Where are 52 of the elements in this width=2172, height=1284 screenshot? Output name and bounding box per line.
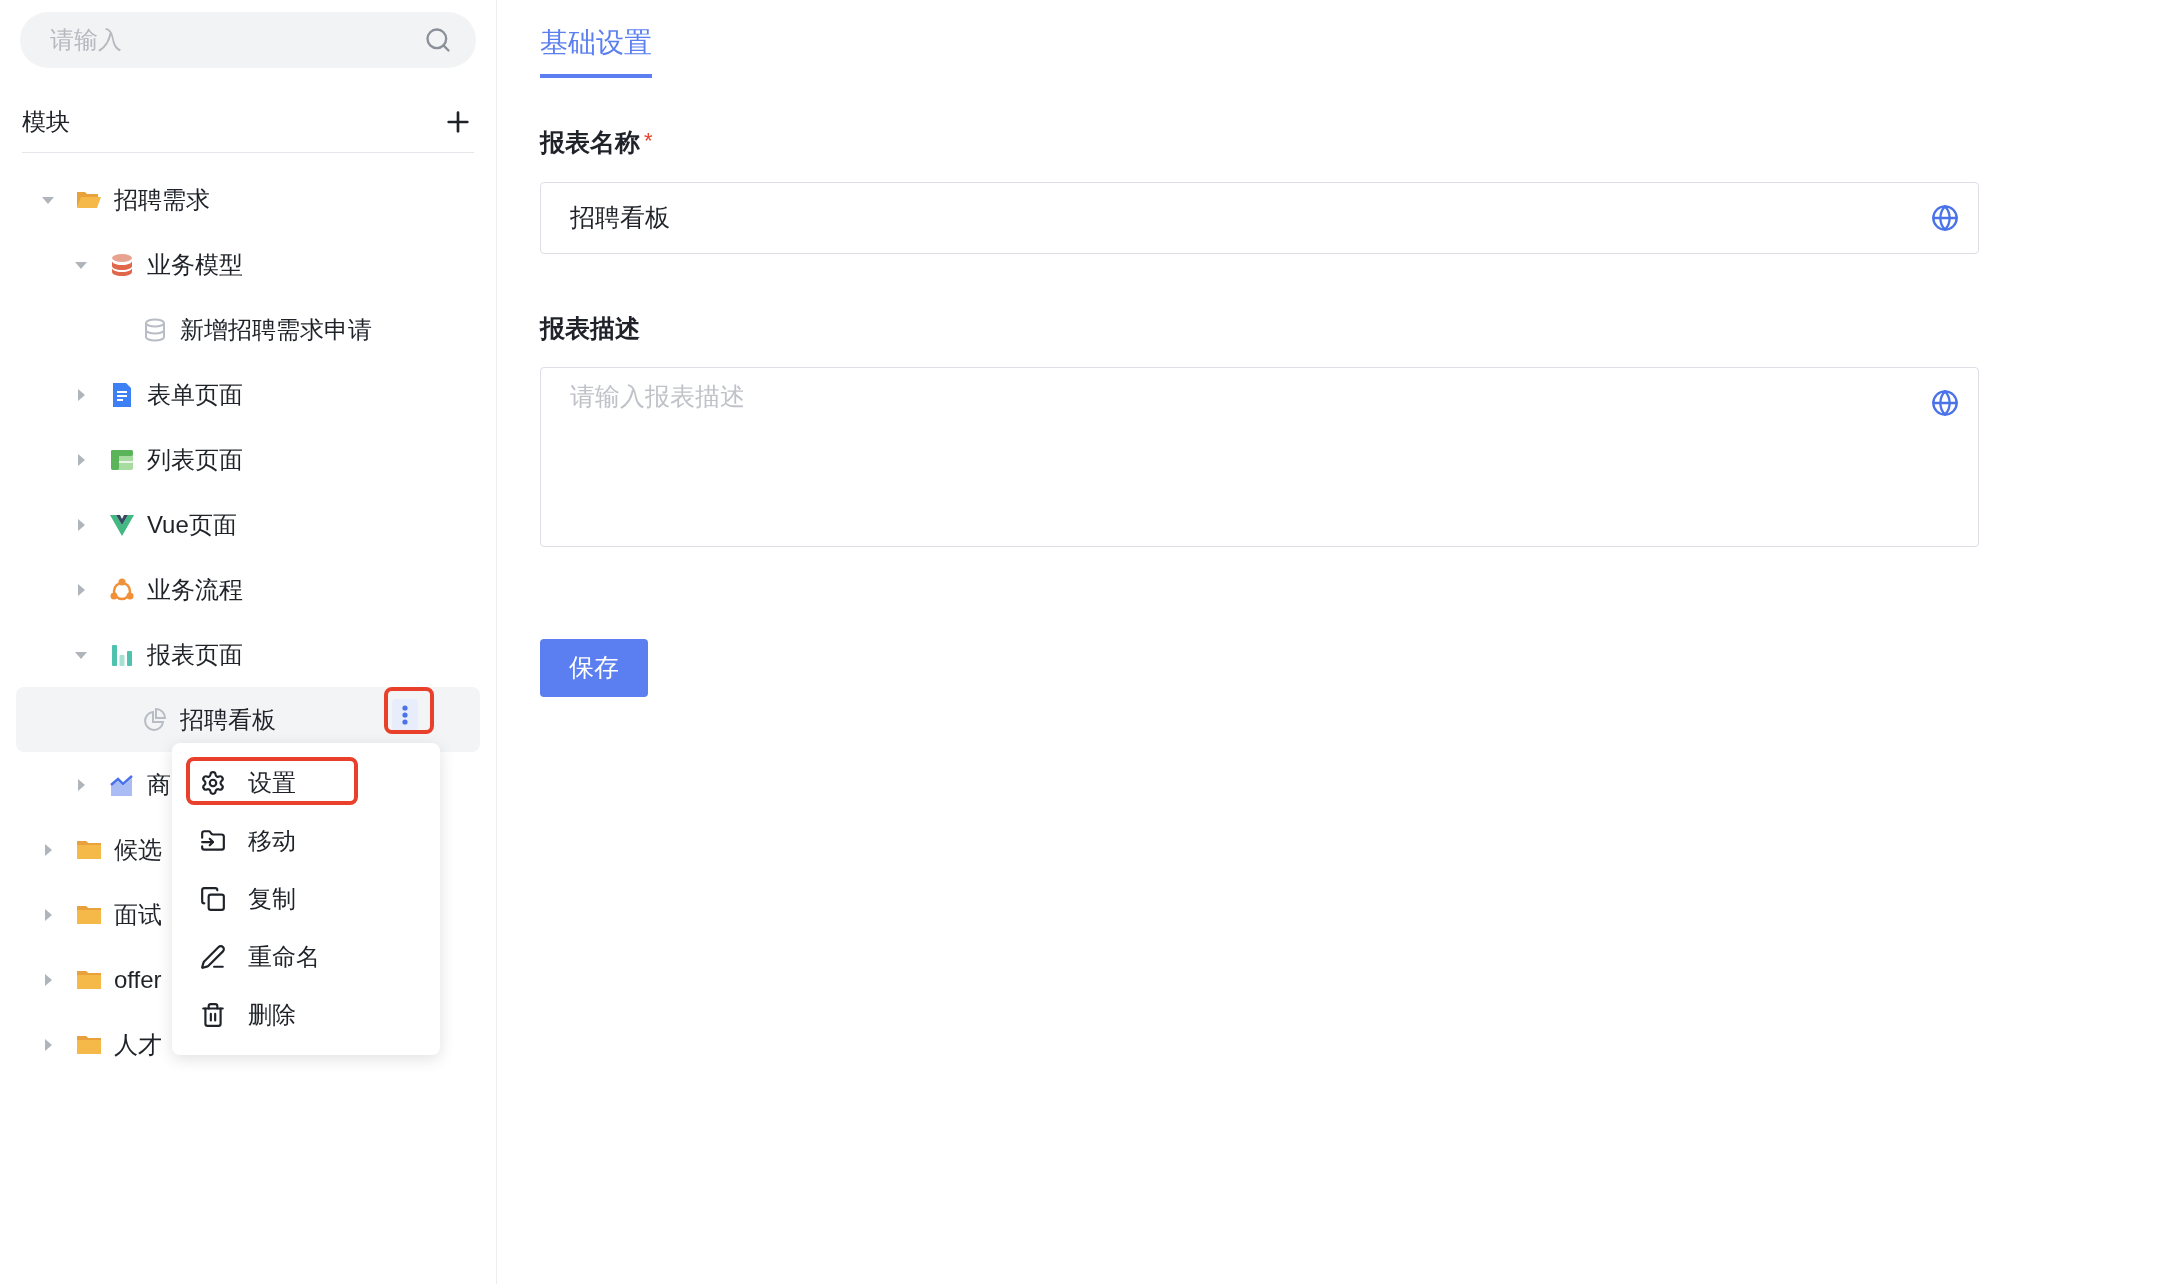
tree-item[interactable]: 列表页面 (16, 427, 243, 492)
tree-label: 招聘看板 (180, 704, 276, 735)
tree-label: 列表页面 (147, 444, 243, 475)
tree-item[interactable]: 招聘需求 (16, 167, 210, 232)
tree-item[interactable]: 业务模型 (16, 232, 243, 297)
tree-item[interactable]: 候选 (16, 817, 162, 882)
search-field[interactable]: 请输入 (20, 12, 476, 68)
field-label: 报表名称 (540, 127, 640, 158)
tree-label: 面试 (114, 899, 162, 930)
database-icon (142, 316, 168, 343)
copy-icon (200, 886, 226, 912)
tree-label: offer (114, 964, 162, 995)
globe-icon[interactable] (1931, 203, 1959, 232)
menu-item[interactable]: 设置 (186, 757, 426, 809)
settings-icon (200, 770, 226, 796)
tab[interactable]: 基础设置 (540, 22, 652, 78)
search-icon (424, 26, 452, 54)
globe-icon[interactable] (1931, 389, 1959, 417)
more-button[interactable] (392, 699, 418, 731)
name-field[interactable]: 招聘看板 (540, 181, 1979, 254)
tree-item[interactable]: 商 (16, 752, 171, 817)
required-mark: * (644, 127, 653, 155)
tree-item[interactable]: 报表页面 (16, 622, 243, 687)
trash-icon (200, 1002, 226, 1028)
tree-item[interactable]: Vue页面 (16, 492, 237, 557)
tree-label: 商 (147, 769, 171, 800)
description-field[interactable]: 请输入报表描述 (540, 367, 1979, 547)
tree-item[interactable]: 新增招聘需求申请 (16, 297, 372, 362)
menu-item[interactable]: 删除 (186, 989, 426, 1041)
flow-icon (109, 576, 135, 603)
tree-item[interactable]: offer (16, 947, 162, 1012)
save-button[interactable]: 保存 (540, 639, 648, 697)
tree-item[interactable]: 表单页面 (16, 362, 243, 427)
tree-label: 候选 (114, 834, 162, 865)
menu-item[interactable]: 复制 (186, 873, 426, 925)
tree-label: Vue页面 (147, 509, 237, 540)
tree-item[interactable]: 业务流程 (16, 557, 243, 622)
menu-item[interactable]: 重命名 (186, 931, 426, 983)
section-title: 模块 (22, 107, 70, 137)
tree-label: 新增招聘需求申请 (180, 314, 372, 345)
more-icon (402, 705, 408, 725)
menu-item[interactable]: 移动 (186, 815, 426, 867)
tree-label: 业务模型 (147, 249, 243, 280)
pencil-icon (200, 944, 226, 970)
tree-label: 招聘需求 (114, 184, 210, 215)
tree-item[interactable]: 面试 (16, 882, 162, 947)
tree-label: 表单页面 (147, 379, 243, 410)
database-icon (109, 251, 135, 278)
field-label: 报表描述 (540, 312, 640, 344)
tree-label: 报表页面 (147, 639, 243, 670)
tree-label: 业务流程 (147, 574, 243, 605)
pie-chart-icon (142, 706, 168, 733)
